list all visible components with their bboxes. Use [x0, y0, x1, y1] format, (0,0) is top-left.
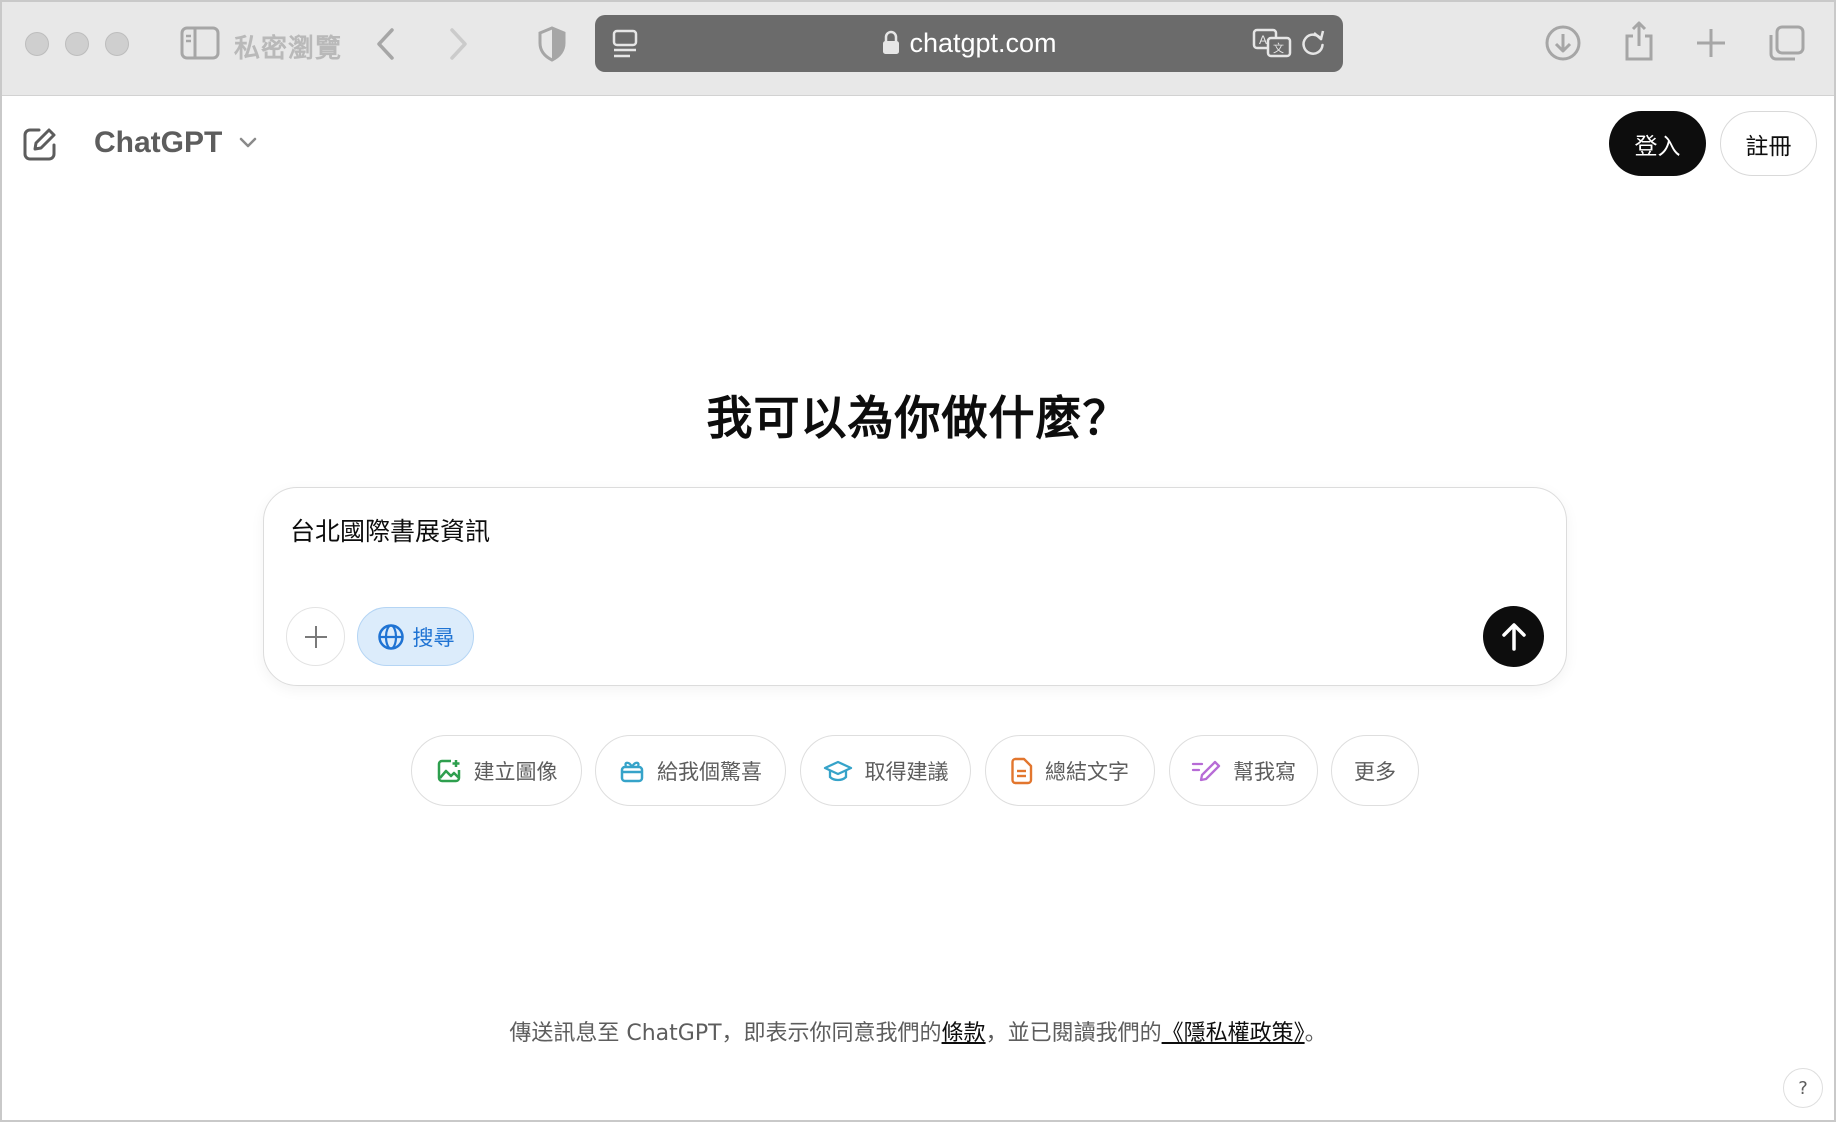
- new-chat-icon[interactable]: [22, 126, 58, 162]
- suggestion-label: 幫我寫: [1233, 759, 1296, 784]
- downloads-icon[interactable]: [1545, 24, 1581, 62]
- minimize-window-button[interactable]: [65, 32, 89, 56]
- prompt-input[interactable]: 台北國際書展資訊: [290, 512, 490, 548]
- suggestion-create-image[interactable]: 建立圖像: [411, 735, 582, 806]
- terms-notice: 傳送訊息至 ChatGPT，即表示你同意我們的條款，並已閱讀我們的《隱私權政策》…: [2, 1015, 1834, 1047]
- arrow-up-icon: [1501, 622, 1526, 651]
- private-browsing-label: 私密瀏覽: [234, 34, 343, 64]
- browser-window: 私密瀏覽 chatgpt.com A文 ChatGPT 登入 註冊 我可以為你做…: [0, 0, 1836, 1122]
- back-icon[interactable]: [374, 26, 398, 62]
- search-toggle-button[interactable]: 搜尋: [357, 607, 474, 666]
- terms-notice-text: ，並已閱讀我們的: [985, 1021, 1162, 1046]
- suggestion-label: 給我個驚喜: [657, 759, 762, 784]
- svg-text:A: A: [1259, 33, 1267, 47]
- login-button[interactable]: 登入: [1609, 111, 1706, 176]
- terms-notice-text: 傳送訊息至 ChatGPT，即表示你同意我們的: [509, 1021, 942, 1046]
- terms-link[interactable]: 條款: [942, 1021, 986, 1046]
- suggestion-surprise-me[interactable]: 給我個驚喜: [595, 735, 786, 806]
- gift-icon: [620, 761, 644, 782]
- zoom-window-button[interactable]: [105, 32, 129, 56]
- reload-icon[interactable]: [1300, 29, 1326, 59]
- svg-text:文: 文: [1273, 41, 1284, 55]
- new-tab-icon[interactable]: [1694, 26, 1728, 60]
- suggestion-help-me-write[interactable]: 幫我寫: [1169, 735, 1318, 806]
- page-headline: 我可以為你做什麼？: [706, 391, 1130, 445]
- share-icon[interactable]: [1623, 20, 1655, 62]
- privacy-policy-link[interactable]: 《隱私權政策》: [1162, 1021, 1305, 1046]
- signup-button[interactable]: 註冊: [1720, 111, 1817, 176]
- suggestion-label: 建立圖像: [473, 759, 558, 784]
- terms-notice-text: 。: [1304, 1021, 1327, 1046]
- graduation-cap-icon: [823, 760, 852, 781]
- suggestion-label: 更多: [1354, 759, 1396, 784]
- message-composer: 台北國際書展資訊 搜尋: [263, 487, 1567, 686]
- url-text: chatgpt.com: [909, 28, 1057, 58]
- suggestion-label: 總結文字: [1045, 759, 1129, 784]
- send-button[interactable]: [1483, 606, 1544, 667]
- globe-icon: [377, 623, 404, 650]
- translate-icon[interactable]: A文: [1252, 27, 1292, 59]
- privacy-shield-icon[interactable]: [537, 26, 567, 62]
- plus-icon: [304, 625, 327, 648]
- chatgpt-page: ChatGPT 登入 註冊 我可以為你做什麼？ 台北國際書展資訊 搜尋 建立圖像: [2, 96, 1834, 1120]
- lock-icon: [883, 30, 900, 54]
- close-window-button[interactable]: [25, 32, 49, 56]
- suggestion-summarize-text[interactable]: 總結文字: [985, 735, 1155, 806]
- address-bar[interactable]: chatgpt.com A文: [595, 15, 1343, 72]
- suggestion-more[interactable]: 更多: [1331, 735, 1419, 806]
- forward-icon[interactable]: [446, 26, 470, 62]
- image-icon: [437, 759, 460, 782]
- document-icon: [1011, 757, 1033, 784]
- app-title: ChatGPT: [94, 126, 223, 159]
- suggestion-label: 取得建議: [864, 759, 949, 784]
- pen-icon: [1191, 760, 1221, 781]
- chevron-down-icon: [239, 137, 256, 148]
- tab-overview-icon[interactable]: [1768, 24, 1806, 62]
- suggestion-get-advice[interactable]: 取得建議: [800, 735, 971, 806]
- help-button[interactable]: ?: [1783, 1068, 1823, 1108]
- search-label: 搜尋: [412, 625, 455, 650]
- model-switcher[interactable]: ChatGPT: [94, 126, 257, 160]
- sidebar-icon[interactable]: [180, 26, 220, 60]
- attach-button[interactable]: [286, 607, 345, 666]
- browser-toolbar: 私密瀏覽 chatgpt.com A文: [2, 2, 1834, 96]
